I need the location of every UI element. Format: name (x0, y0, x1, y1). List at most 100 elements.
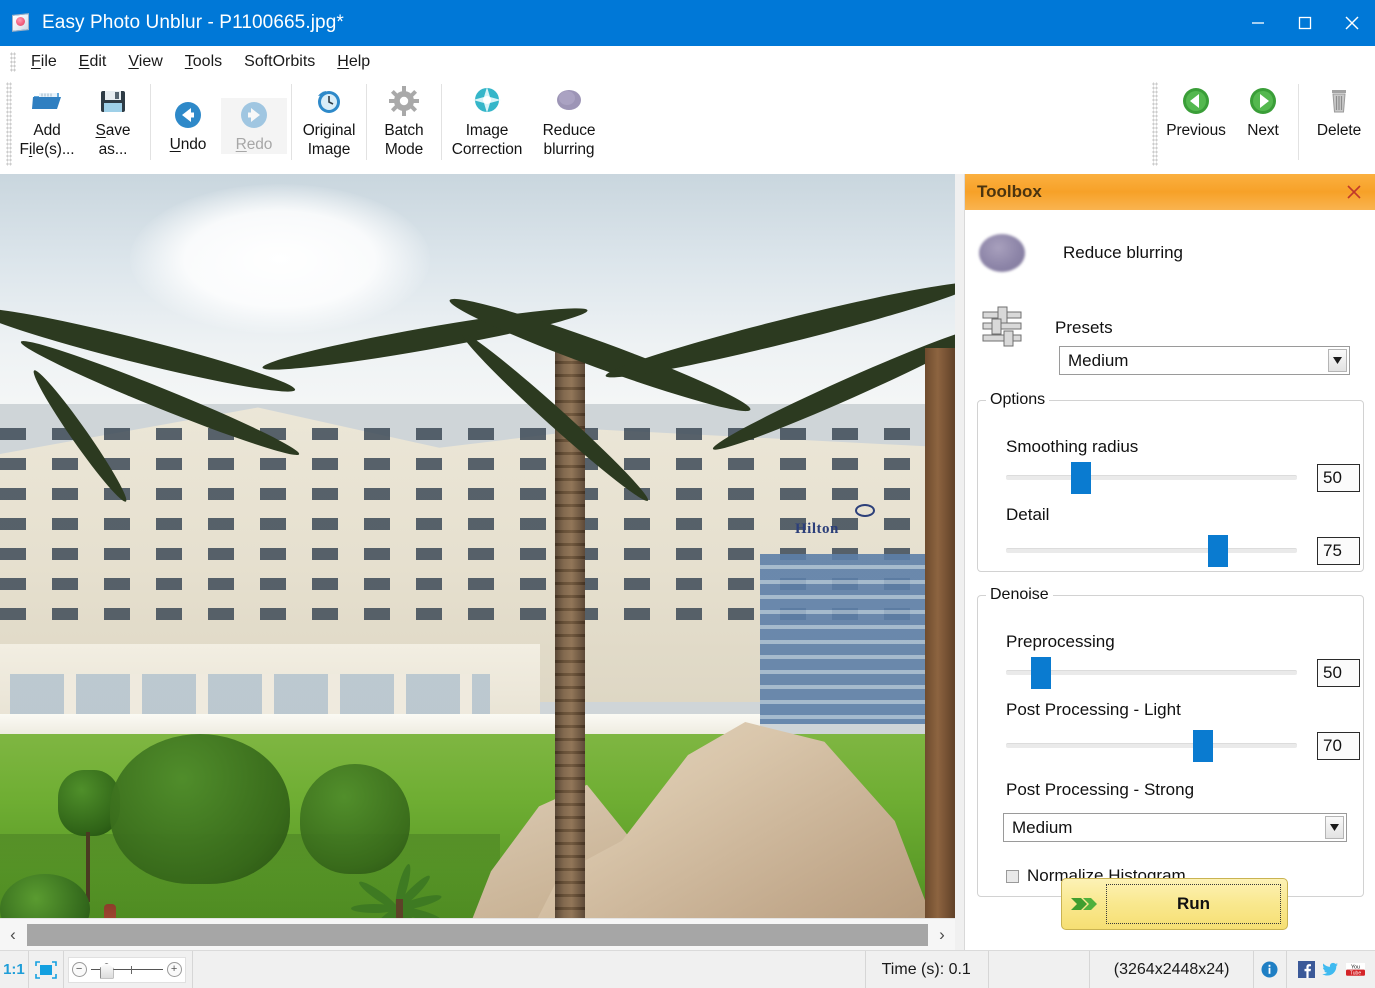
post-processing-light-slider-thumb[interactable] (1193, 730, 1213, 762)
zoom-out-icon[interactable]: − (71, 962, 87, 977)
toolbox-panel: Toolbox Reduce blurring Presets Medium O… (964, 174, 1375, 950)
toolbar-add-files-line2: File(s)... (19, 141, 75, 158)
toolbar-add-files[interactable]: Add File(s)... (14, 78, 80, 170)
preprocessing-value[interactable]: 50 (1317, 659, 1360, 687)
post-processing-light-label: Post Processing - Light (1006, 700, 1181, 719)
zoom-slider-cell: − + (64, 950, 193, 988)
toolbar-redo[interactable]: Redo (221, 98, 287, 154)
scroll-right-arrow-icon[interactable]: › (929, 920, 955, 950)
detail-value[interactable]: 75 (1317, 537, 1360, 565)
toolbar-right-group: Previous Next Delete (1152, 78, 1375, 174)
twitter-icon[interactable] (1322, 961, 1339, 978)
status-spacer-mid (989, 950, 1091, 988)
toolbar-next-label: Next (1247, 122, 1279, 139)
toolbox-tool-row: Reduce blurring (979, 234, 1183, 272)
smoothing-radius-label: Smoothing radius (1006, 437, 1139, 456)
menu-help[interactable]: Help (326, 50, 381, 74)
smoothing-radius-value[interactable]: 50 (1317, 464, 1360, 492)
gear-icon (387, 84, 421, 118)
toolbar-batch-line1: Batch (384, 122, 424, 139)
person-in-photo (104, 904, 116, 918)
toolbar: Add File(s)... Save as... Undo Redo Orig… (0, 78, 1375, 243)
chevron-down-icon[interactable] (1328, 349, 1347, 372)
toolbar-separator-2 (291, 84, 292, 160)
redo-arrow-icon (237, 98, 271, 132)
toolbar-correction-line1: Image (465, 122, 509, 139)
close-button[interactable] (1328, 0, 1375, 46)
toolbar-save-as[interactable]: Save as... (80, 78, 146, 170)
status-spacer-left (193, 950, 866, 988)
toolbar-add-files-line1: Add (33, 122, 61, 139)
facebook-icon[interactable] (1298, 961, 1316, 978)
menu-edit[interactable]: Edit (68, 50, 118, 74)
denoise-legend: Denoise (990, 586, 1049, 603)
post-processing-light-slider-track[interactable] (1006, 730, 1297, 762)
toolbar-undo[interactable]: Undo (155, 98, 221, 154)
horizontal-scrollbar[interactable]: ‹ › (0, 918, 955, 950)
toolbar-next[interactable]: Next (1232, 78, 1294, 170)
zoom-slider[interactable]: − + (67, 956, 186, 983)
toolbar-batch-mode[interactable]: Batch Mode (371, 78, 437, 170)
green-right-arrow-icon (1246, 84, 1280, 118)
fit-to-screen-icon[interactable] (29, 950, 64, 988)
post-processing-light-value[interactable]: 70 (1317, 732, 1360, 760)
minimize-button[interactable] (1234, 0, 1281, 46)
toolbar-undo-label: Undo (169, 136, 207, 153)
detail-slider-thumb[interactable] (1208, 535, 1228, 567)
toolbar-previous[interactable]: Previous (1160, 78, 1232, 170)
toolbox-body: Reduce blurring Presets Medium Options S… (965, 210, 1375, 950)
run-button-container[interactable]: Run (1061, 878, 1288, 930)
preprocessing-slider-thumb[interactable] (1031, 657, 1051, 689)
toolbox-header: Toolbox (965, 174, 1375, 210)
presets-icon-wrap (979, 302, 1025, 353)
toolbar-separator-1 (150, 84, 151, 160)
toolbox-title: Toolbox (977, 182, 1042, 201)
sliders-icon (982, 306, 1022, 347)
maximize-button[interactable] (1281, 0, 1328, 46)
zoom-slider-thumb[interactable] (99, 962, 114, 979)
preprocessing-slider-track[interactable] (1006, 657, 1297, 689)
detail-label: Detail (1006, 505, 1050, 524)
toolbar-reduce-blurring[interactable]: Reduce blurring (528, 78, 610, 170)
post-processing-strong-dropdown[interactable]: Medium (1003, 813, 1347, 842)
presets-dropdown[interactable]: Medium (1059, 346, 1350, 375)
toolbar-image-correction[interactable]: Image Correction (446, 78, 528, 170)
menu-grip[interactable] (10, 52, 16, 72)
chevron-down-icon[interactable] (1325, 816, 1344, 839)
svg-text:Tube: Tube (1350, 970, 1361, 976)
toolbar-batch-line2: Mode (384, 141, 424, 158)
smoothing-radius-slider-thumb[interactable] (1071, 462, 1091, 494)
menu-tools[interactable]: Tools (174, 50, 233, 74)
normalize-histogram-checkbox[interactable] (1006, 869, 1019, 883)
image-canvas[interactable]: Hilton (0, 174, 955, 918)
photo-right-post (925, 348, 955, 918)
menu-softorbits[interactable]: SoftOrbits (233, 50, 326, 74)
toolbar-reduce-line1: Reduce (542, 122, 596, 139)
toolbar-right-grip[interactable] (1152, 82, 1158, 166)
zoom-in-icon[interactable]: + (166, 962, 182, 977)
status-time: Time (s): 0.1 (866, 950, 990, 988)
menu-view[interactable]: View (117, 50, 173, 74)
detail-slider-track[interactable] (1006, 535, 1297, 567)
smoothing-radius-slider-track[interactable] (1006, 462, 1297, 494)
status-bar: 1:1 − + Time (s): 0.1 (3264x2448x24) You… (0, 950, 1375, 988)
presets-label: Presets (1055, 318, 1113, 337)
toolbar-grip[interactable] (6, 82, 12, 166)
status-image-dimensions: (3264x2448x24) (1090, 950, 1254, 988)
toolbar-delete[interactable]: Delete (1303, 78, 1375, 170)
toolbar-reduce-line2: blurring (543, 141, 595, 158)
zoom-1to1-button[interactable]: 1:1 (0, 950, 29, 988)
toolbar-save-as-line2: as... (98, 141, 128, 158)
run-button[interactable]: Run (1106, 884, 1281, 924)
youtube-icon[interactable]: You Tube (1346, 961, 1366, 978)
post-processing-strong-label: Post Processing - Strong (1006, 780, 1195, 799)
title-bar: Easy Photo Unblur - P1100665.jpg* (0, 0, 1375, 46)
toolbox-close-icon[interactable] (1342, 180, 1366, 204)
scrollbar-thumb[interactable] (27, 923, 928, 946)
info-icon[interactable] (1254, 950, 1287, 988)
toolbar-separator-4 (441, 84, 442, 160)
denoise-group: Denoise Preprocessing 50 Post Processing… (977, 586, 1364, 897)
toolbar-original-image[interactable]: Original Image (296, 78, 362, 170)
scroll-left-arrow-icon[interactable]: ‹ (0, 920, 26, 950)
menu-file[interactable]: File (20, 50, 68, 74)
